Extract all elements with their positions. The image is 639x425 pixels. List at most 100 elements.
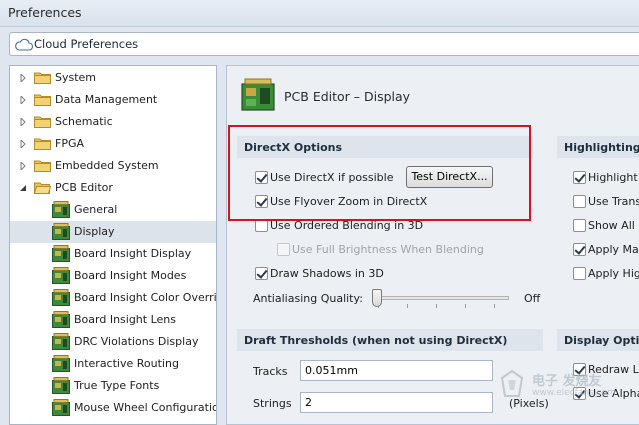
directx-options-header: DirectX Options: [237, 136, 533, 158]
pcb-board-icon: [52, 245, 70, 262]
expand-arrow-icon[interactable]: [19, 74, 27, 82]
pcb-board-icon: [52, 267, 70, 284]
tree-item-display[interactable]: Display: [10, 221, 216, 243]
watermark-logo: [500, 370, 524, 397]
slider-tick: [465, 304, 466, 308]
pcb-board-icon: [52, 333, 70, 350]
expand-arrow-icon[interactable]: [19, 140, 27, 148]
page-title: PCB Editor – Display: [284, 89, 411, 104]
ordered-blending-label: Use Ordered Blending in 3D: [270, 219, 424, 232]
antialiasing-slider-track[interactable]: [373, 296, 509, 300]
cloud-preferences-label: Cloud Preferences: [34, 37, 139, 51]
tree-item-board-insight-modes[interactable]: Board Insight Modes: [10, 265, 216, 287]
pcb-board-icon: [52, 355, 70, 372]
tree-item-label: Mouse Wheel Configuration: [74, 401, 217, 414]
tree-item-general[interactable]: General: [10, 199, 216, 221]
use-directx-label: Use DirectX if possible: [270, 171, 394, 184]
tree-item-pcb-editor[interactable]: PCB Editor: [10, 177, 216, 199]
pcb-board-icon: [52, 377, 70, 394]
pcb-board-icon: [52, 201, 70, 218]
strings-label: Strings: [253, 397, 292, 410]
tracks-input[interactable]: [300, 360, 493, 381]
highlighting-checkbox-2[interactable]: [573, 195, 586, 208]
tree-item-interactive-routing[interactable]: Interactive Routing: [10, 353, 216, 375]
antialiasing-label: Antialiasing Quality:: [253, 292, 363, 305]
use-directx-checkbox[interactable]: [255, 171, 268, 184]
tree-item-system[interactable]: System: [10, 67, 216, 89]
slider-tick: [436, 304, 437, 308]
title-bar: Preferences: [0, 0, 639, 27]
expand-arrow-icon[interactable]: [19, 118, 27, 126]
folder-open-icon: [34, 182, 51, 194]
pcb-board-icon: [52, 399, 70, 416]
tree-item-label: Board Insight Color Overrid: [74, 291, 217, 304]
draft-thresholds-header: Draft Thresholds (when not using DirectX…: [237, 329, 543, 351]
tree-item-label: DRC Violations Display: [74, 335, 199, 348]
tree-item-label: Data Management: [55, 93, 158, 106]
highlighting-checkbox-5[interactable]: [573, 267, 586, 280]
highlighting-label-2: Use Transp: [588, 195, 639, 208]
elecfans-watermark: 电子 发烧友 www.elecfans.com: [498, 366, 639, 412]
tree-item-label: General: [74, 203, 118, 216]
antialiasing-slider-thumb[interactable]: [372, 289, 382, 307]
tree-item-board-insight-color-overrides[interactable]: Board Insight Color Overrid: [10, 287, 216, 309]
tree-item-label: True Type Fonts: [74, 379, 160, 392]
strings-input[interactable]: [300, 392, 493, 413]
folder-icon: [34, 94, 51, 106]
window-title: Preferences: [8, 5, 82, 20]
highlighting-checkbox-1[interactable]: [573, 171, 586, 184]
expand-arrow-icon[interactable]: [19, 162, 27, 170]
tree-item-label: System: [55, 71, 97, 84]
display-options-header: Display Option: [557, 329, 639, 351]
draw-shadows-label: Draw Shadows in 3D: [270, 267, 384, 280]
cloud-icon: [15, 38, 33, 51]
tree-item-label: PCB Editor: [55, 181, 113, 194]
highlighting-checkbox-3[interactable]: [573, 219, 586, 232]
tracks-label: Tracks: [253, 365, 288, 378]
test-directx-button[interactable]: Test DirectX...: [406, 166, 493, 188]
flyover-zoom-checkbox[interactable]: [255, 195, 268, 208]
folder-icon: [34, 160, 51, 172]
tree-item-board-insight-display[interactable]: Board Insight Display: [10, 243, 216, 265]
folder-icon: [34, 116, 51, 128]
tree-item-schematic[interactable]: Schematic: [10, 111, 216, 133]
ordered-blending-checkbox[interactable]: [255, 219, 268, 232]
slider-tick: [407, 304, 408, 308]
tree-item-data-management[interactable]: Data Management: [10, 89, 216, 111]
tree-item-label: Interactive Routing: [74, 357, 179, 370]
pcb-board-icon: [52, 311, 70, 328]
tree-item-label: Board Insight Display: [74, 247, 192, 260]
draw-shadows-checkbox[interactable]: [255, 267, 268, 280]
tree-item-label: FPGA: [55, 137, 85, 150]
tree-item-label: Board Insight Modes: [74, 269, 187, 282]
highlighting-options-header: Highlighting O: [557, 136, 639, 158]
full-brightness-label: Use Full Brightness When Blending: [292, 243, 484, 256]
highlighting-checkbox-4[interactable]: [573, 243, 586, 256]
tree-item-label: Embedded System: [55, 159, 159, 172]
tree-item-fpga[interactable]: FPGA: [10, 133, 216, 155]
watermark-text: 电子 发烧友: [532, 374, 602, 389]
highlighting-label-4: Apply Mas: [588, 243, 639, 256]
folder-icon: [34, 138, 51, 150]
tree-item-mouse-wheel-configuration[interactable]: Mouse Wheel Configuration: [10, 397, 216, 419]
highlighting-label-5: Apply Hig: [588, 267, 639, 280]
tree-item-drc-violations-display[interactable]: DRC Violations Display: [10, 331, 216, 353]
full-brightness-checkbox[interactable]: [277, 243, 290, 256]
watermark-url: www.elecfans.com: [532, 388, 616, 398]
flyover-zoom-label: Use Flyover Zoom in DirectX: [270, 195, 428, 208]
pcb-board-icon: [52, 289, 70, 306]
tree-item-board-insight-lens[interactable]: Board Insight Lens: [10, 309, 216, 331]
tree-item-label: Display: [74, 225, 115, 238]
folder-icon: [34, 72, 51, 84]
tree-item-label: Board Insight Lens: [74, 313, 176, 326]
tree-item-embedded-system[interactable]: Embedded System: [10, 155, 216, 177]
antialiasing-value: Off: [524, 292, 541, 305]
collapse-arrow-icon[interactable]: [19, 184, 27, 192]
tree-item-true-type-fonts[interactable]: True Type Fonts: [10, 375, 216, 397]
preferences-tree[interactable]: System Data Management Schematic FPGA Em…: [9, 65, 217, 425]
expand-arrow-icon[interactable]: [19, 96, 27, 104]
highlighting-label-3: Show All P: [588, 219, 639, 232]
highlighting-label-1: Highlight: [588, 171, 638, 184]
cloud-preferences-bar[interactable]: Cloud Preferences: [9, 32, 639, 56]
slider-tick: [494, 304, 495, 308]
